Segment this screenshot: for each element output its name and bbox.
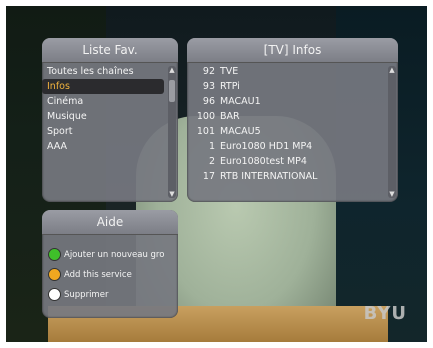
help-action[interactable]: Ajouter un nouveau gro <box>48 248 164 262</box>
channel-row[interactable]: 2 Euro1080test MP4 <box>187 154 386 169</box>
fav-list-item[interactable]: Sport <box>42 124 166 139</box>
fav-list: Toutes les chaînes Infos Cinéma Musique Spor… <box>42 64 166 202</box>
channel-watermark: BYU <box>363 303 407 324</box>
channel-list: 92 TVE 93 RTPi 96 MACAU1 100 BAR 101 MACAU5 1 Euro1… <box>187 64 386 202</box>
channel-number: 1 <box>208 141 215 152</box>
fav-list-item[interactable]: Musique <box>42 109 166 124</box>
channel-row[interactable]: 100 BAR <box>187 109 386 124</box>
channel-name: MACAU1 <box>220 96 261 107</box>
scroll-down-icon[interactable]: ▼ <box>388 190 396 198</box>
fav-scroll-thumb[interactable] <box>169 80 175 102</box>
channel-name: RTPi <box>220 81 240 92</box>
channel-number: 2 <box>208 156 215 167</box>
channel-name: MACAU5 <box>220 126 261 137</box>
color-key-icon <box>48 268 61 281</box>
channel-scrollbar[interactable]: ▲ ▼ <box>388 66 396 198</box>
fav-list-title: Liste Fav. <box>42 38 178 63</box>
scroll-up-icon[interactable]: ▲ <box>168 66 176 74</box>
channel-list-title: [TV] Infos <box>187 38 398 63</box>
channel-number: 100 <box>196 111 215 122</box>
channel-row[interactable]: 1 Euro1080 HD1 MP4 <box>187 139 386 154</box>
scroll-down-icon[interactable]: ▼ <box>168 190 176 198</box>
channel-name: RTB INTERNATIONAL <box>220 171 318 182</box>
help-action-label: Add this service <box>64 270 132 280</box>
channel-number: 17 <box>202 171 215 182</box>
color-key-icon <box>48 248 61 261</box>
fav-scrollbar[interactable]: ▲ ▼ <box>168 66 176 198</box>
channel-row[interactable]: 92 TVE <box>187 64 386 79</box>
channel-list-panel: [TV] Infos 92 TVE 93 RTPi 96 MACAU1 100 BAR 101 M… <box>187 38 398 202</box>
color-key-icon <box>48 288 61 301</box>
help-action[interactable]: Supprimer <box>48 288 108 302</box>
channel-number: 92 <box>202 66 215 77</box>
channel-name: Euro1080 HD1 MP4 <box>220 141 313 152</box>
fav-list-item[interactable]: Infos <box>42 79 164 94</box>
channel-row[interactable]: 17 RTB INTERNATIONAL <box>187 169 386 184</box>
channel-name: BAR <box>220 111 240 122</box>
channel-name: Euro1080test MP4 <box>220 156 307 167</box>
fav-list-item[interactable]: AAA <box>42 139 166 154</box>
channel-row[interactable]: 93 RTPi <box>187 79 386 94</box>
tv-screen: BYU Liste Fav. Toutes les chaînes Infos Ci… <box>6 6 427 342</box>
fav-list-item[interactable]: Cinéma <box>42 94 166 109</box>
help-title: Aide <box>42 210 178 235</box>
channel-number: 101 <box>196 126 215 137</box>
channel-row[interactable]: 101 MACAU5 <box>187 124 386 139</box>
fav-list-panel: Liste Fav. Toutes les chaînes Infos Cinéma… <box>42 38 178 202</box>
channel-name: TVE <box>220 66 239 77</box>
help-action[interactable]: Add this service <box>48 268 132 282</box>
help-action-label: Supprimer <box>64 290 109 300</box>
help-panel: Aide Ajouter un nouveau gro Add this serv… <box>42 210 178 318</box>
channel-row[interactable]: 96 MACAU1 <box>187 94 386 109</box>
help-action-label: Ajouter un nouveau gro <box>64 250 165 260</box>
channel-number: 93 <box>202 81 215 92</box>
fav-list-item[interactable]: Toutes les chaînes <box>42 64 166 79</box>
scroll-up-icon[interactable]: ▲ <box>388 66 396 74</box>
channel-number: 96 <box>202 96 215 107</box>
